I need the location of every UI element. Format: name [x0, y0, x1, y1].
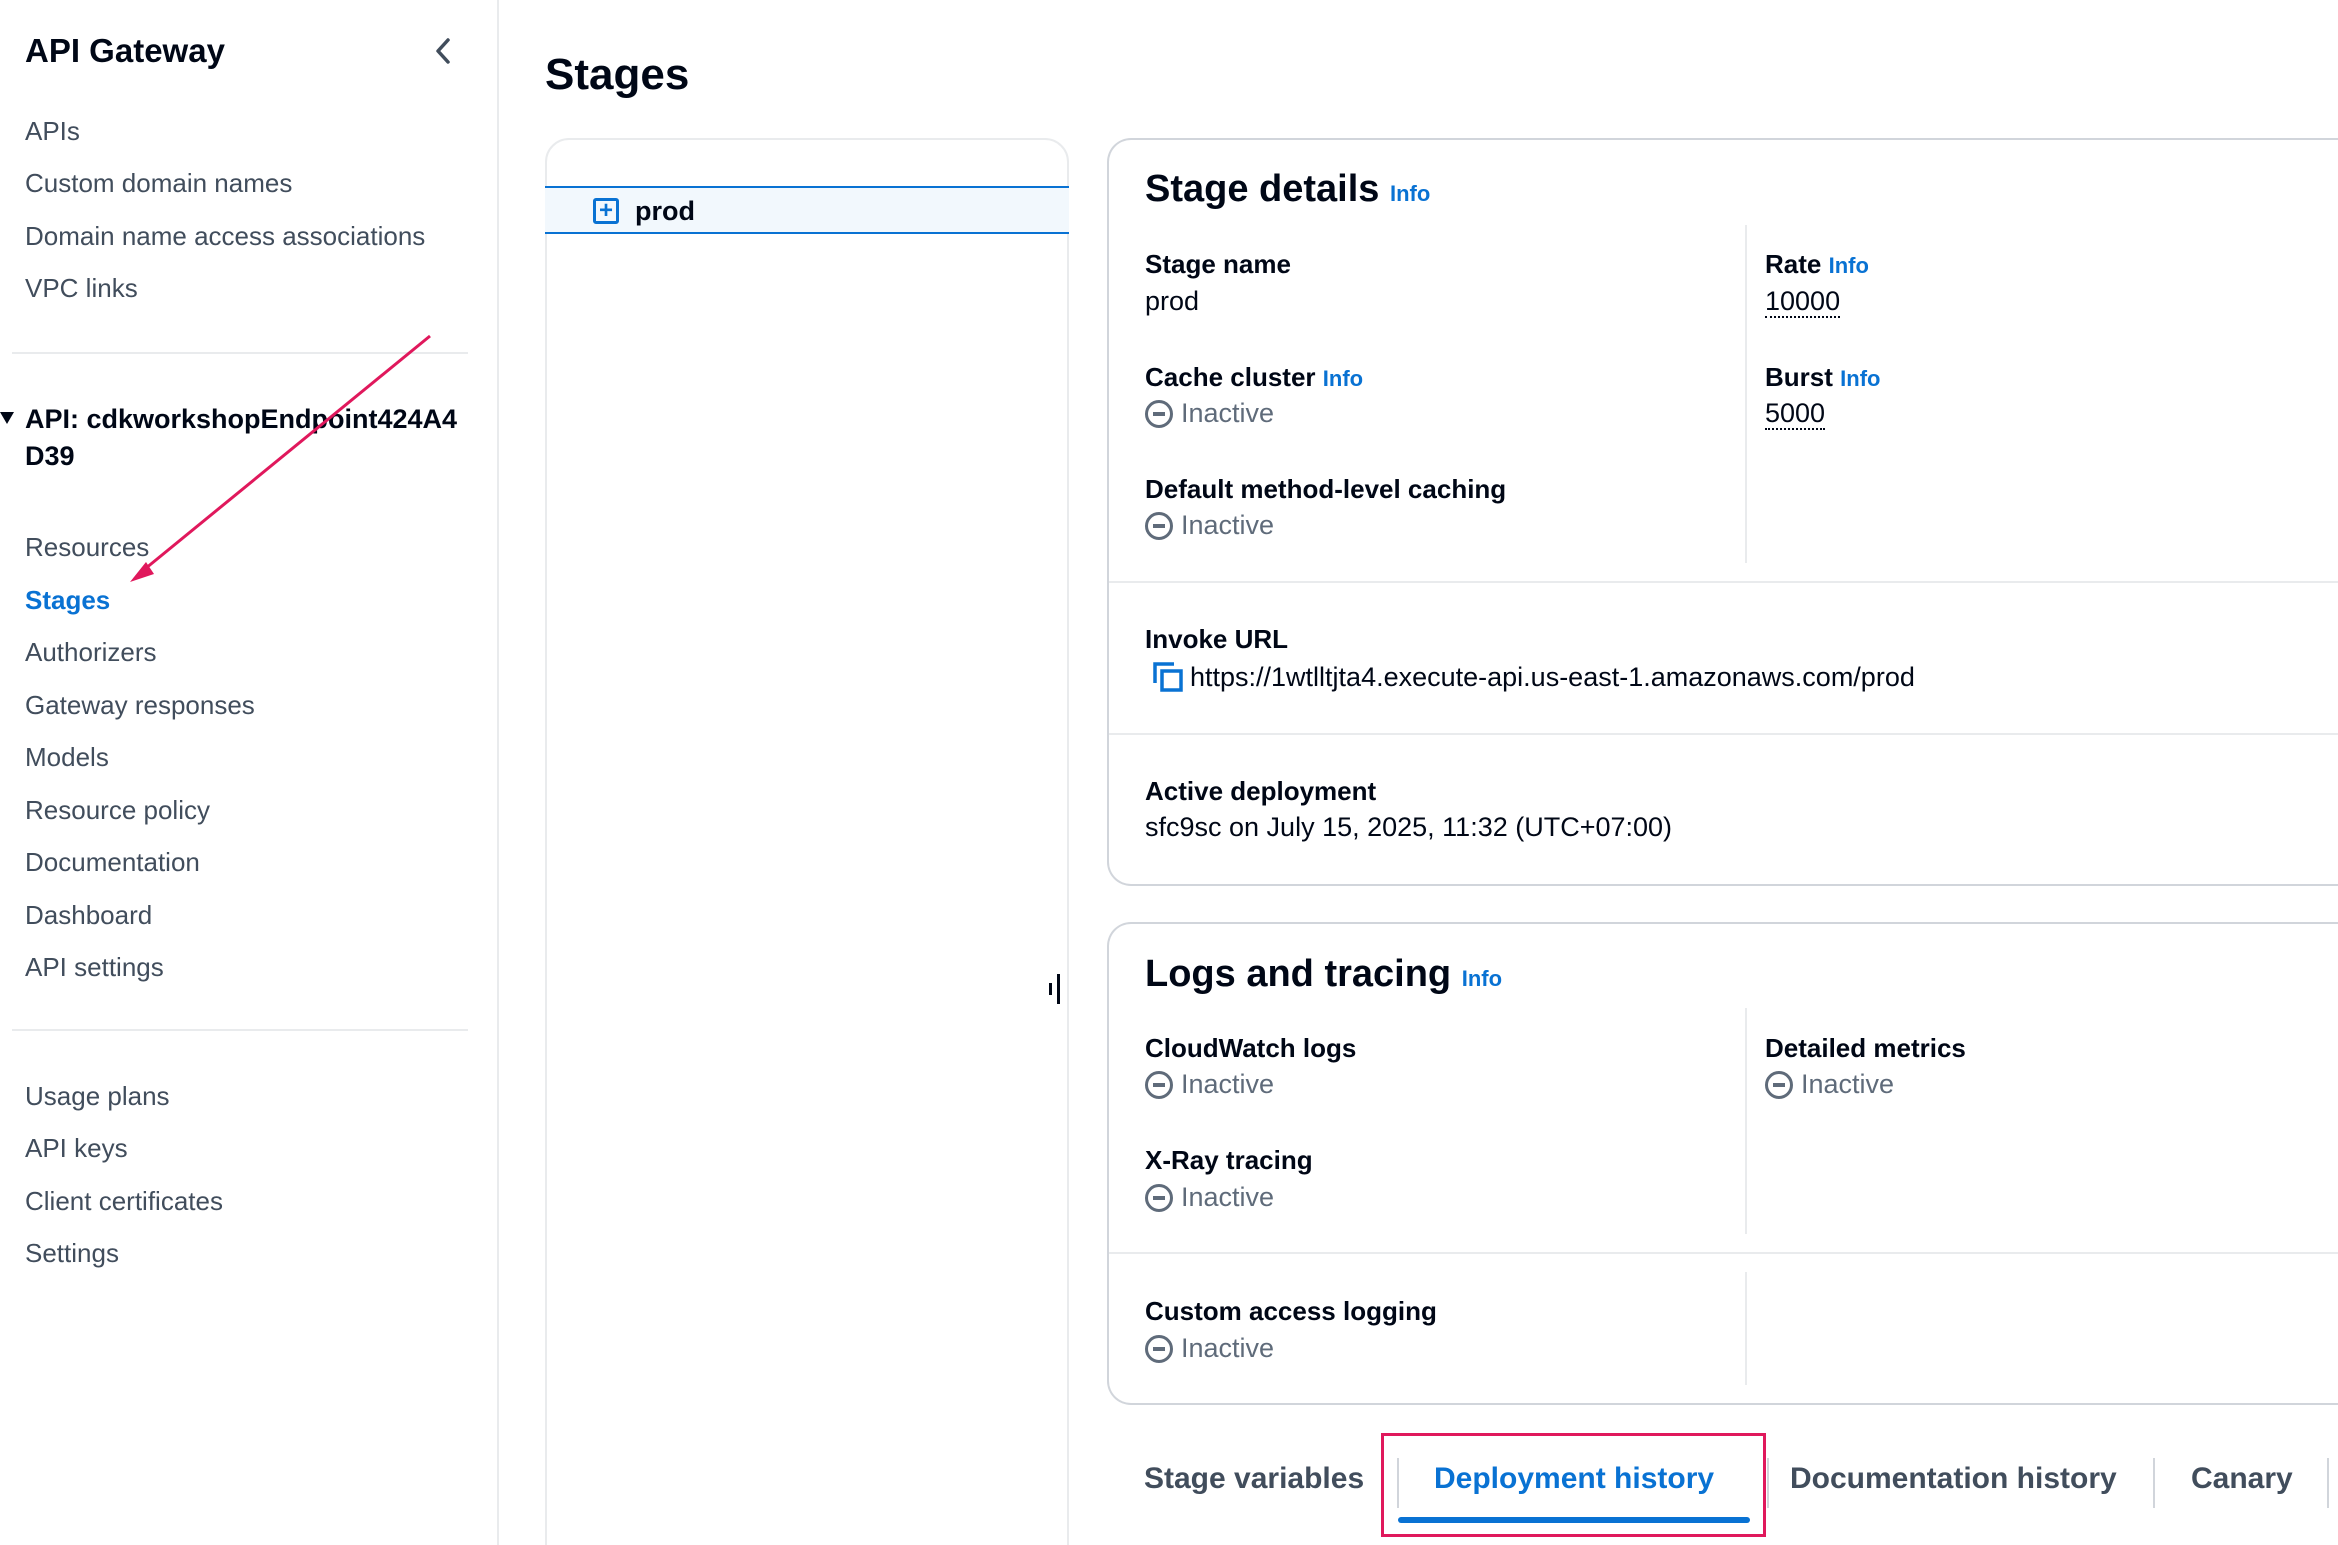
custom-access-logging-status: Inactive: [1145, 1333, 1274, 1364]
stages-tree-panel: [545, 138, 1069, 1545]
tree-item-prod[interactable]: [545, 186, 1069, 234]
column-divider: [1745, 1272, 1747, 1385]
nav-item-usage-plans[interactable]: Usage plans: [25, 1081, 170, 1112]
nav-item-vpc-links[interactable]: VPC links: [25, 273, 138, 304]
burst-value: 5000: [1765, 398, 1826, 430]
panel-resize-handle[interactable]: [1049, 974, 1063, 1004]
api-section-header[interactable]: API: cdkworkshopEndpoint424A4D39: [25, 401, 465, 475]
column-divider: [1745, 1008, 1747, 1234]
nav-item-models[interactable]: Models: [25, 742, 109, 773]
info-link[interactable]: Info: [1323, 366, 1363, 391]
cache-cluster-status: Inactive: [1145, 398, 1274, 429]
invoke-url-label: Invoke URL: [1145, 624, 1289, 654]
stage-name-label: Stage name: [1145, 249, 1291, 279]
section-divider: [1109, 733, 2338, 735]
tab-canary[interactable]: Canary: [2191, 1462, 2293, 1496]
nav-item-settings[interactable]: Settings: [25, 1238, 119, 1269]
logs-and-tracing-title: Logs and tracing Info: [1145, 953, 1503, 995]
nav-divider: [12, 352, 468, 354]
nav-item-custom-domain-names[interactable]: Custom domain names: [25, 168, 292, 199]
tab-divider: [1767, 1458, 1769, 1508]
rate-label: Rate Info: [1765, 249, 1869, 279]
active-deployment-value: sfc9sc on July 15, 2025, 11:32 (UTC+07:0…: [1145, 812, 1673, 842]
nav-item-gateway-responses[interactable]: Gateway responses: [25, 690, 255, 721]
page-title: Stages: [545, 50, 690, 99]
tab-stage-variables[interactable]: Stage variables: [1144, 1462, 1364, 1496]
detailed-metrics-label: Detailed metrics: [1765, 1033, 1966, 1063]
status-inactive-icon: [1145, 399, 1173, 428]
tab-deployment-history[interactable]: Deployment history: [1434, 1462, 1714, 1496]
nav-item-stages[interactable]: Stages: [25, 585, 110, 616]
expand-icon[interactable]: +: [593, 198, 619, 224]
sidebar-title: API Gateway: [25, 32, 225, 69]
status-inactive-icon: [1145, 511, 1173, 540]
stage-name-value: prod: [1145, 286, 1200, 316]
info-link[interactable]: Info: [1462, 966, 1502, 991]
default-caching-status: Inactive: [1145, 510, 1274, 541]
active-tab-indicator: [1398, 1517, 1750, 1523]
collapse-sidebar-button[interactable]: [428, 34, 458, 68]
burst-label: Burst Info: [1765, 362, 1881, 392]
nav-item-api-keys[interactable]: API keys: [25, 1133, 128, 1164]
tab-divider: [2153, 1458, 2155, 1508]
status-inactive-icon: [1145, 1070, 1173, 1099]
nav-item-documentation[interactable]: Documentation: [25, 847, 200, 878]
cloudwatch-logs-label: CloudWatch logs: [1145, 1033, 1357, 1063]
tree-item-label[interactable]: prod: [635, 196, 695, 227]
nav-item-resource-policy[interactable]: Resource policy: [25, 795, 210, 826]
side-navigation: API Gateway APIs Custom domain names Dom…: [0, 0, 499, 1545]
nav-item-domain-name-access-associations[interactable]: Domain name access associations: [25, 221, 425, 252]
chevron-left-icon: [436, 38, 450, 64]
rate-value: 10000: [1765, 286, 1841, 318]
xray-tracing-label: X-Ray tracing: [1145, 1145, 1313, 1175]
nav-item-dashboard[interactable]: Dashboard: [25, 900, 152, 931]
column-divider: [1745, 225, 1747, 563]
info-link[interactable]: Info: [1840, 366, 1880, 391]
cache-cluster-label: Cache cluster Info: [1145, 362, 1364, 392]
nav-item-api-settings[interactable]: API settings: [25, 952, 164, 983]
stage-details-card: [1107, 138, 2338, 886]
tab-documentation-history[interactable]: Documentation history: [1790, 1462, 2117, 1496]
nav-item-client-certificates[interactable]: Client certificates: [25, 1186, 223, 1217]
copy-icon[interactable]: [1152, 661, 1184, 693]
tab-divider: [2327, 1458, 2329, 1508]
detailed-metrics-status: Inactive: [1765, 1069, 1894, 1100]
tab-divider: [1397, 1458, 1399, 1508]
xray-tracing-status: Inactive: [1145, 1182, 1274, 1213]
nav-item-apis[interactable]: APIs: [25, 116, 80, 147]
section-divider: [1109, 1252, 2338, 1254]
nav-item-authorizers[interactable]: Authorizers: [25, 637, 157, 668]
nav-divider: [12, 1029, 468, 1031]
info-link[interactable]: Info: [1390, 181, 1430, 206]
info-link[interactable]: Info: [1829, 253, 1869, 278]
status-inactive-icon: [1145, 1334, 1173, 1363]
active-deployment-label: Active deployment: [1145, 776, 1377, 806]
invoke-url-value[interactable]: https://1wtlltjta4.execute-api.us-east-1…: [1190, 662, 1915, 693]
cloudwatch-logs-status: Inactive: [1145, 1069, 1274, 1100]
section-divider: [1109, 581, 2338, 583]
custom-access-logging-label: Custom access logging: [1145, 1296, 1437, 1326]
nav-item-resources[interactable]: Resources: [25, 532, 149, 563]
stage-details-title: Stage details Info: [1145, 168, 1431, 210]
status-inactive-icon: [1765, 1070, 1793, 1099]
caret-down-icon: [0, 412, 14, 424]
status-inactive-icon: [1145, 1183, 1173, 1212]
default-caching-label: Default method-level caching: [1145, 474, 1507, 504]
